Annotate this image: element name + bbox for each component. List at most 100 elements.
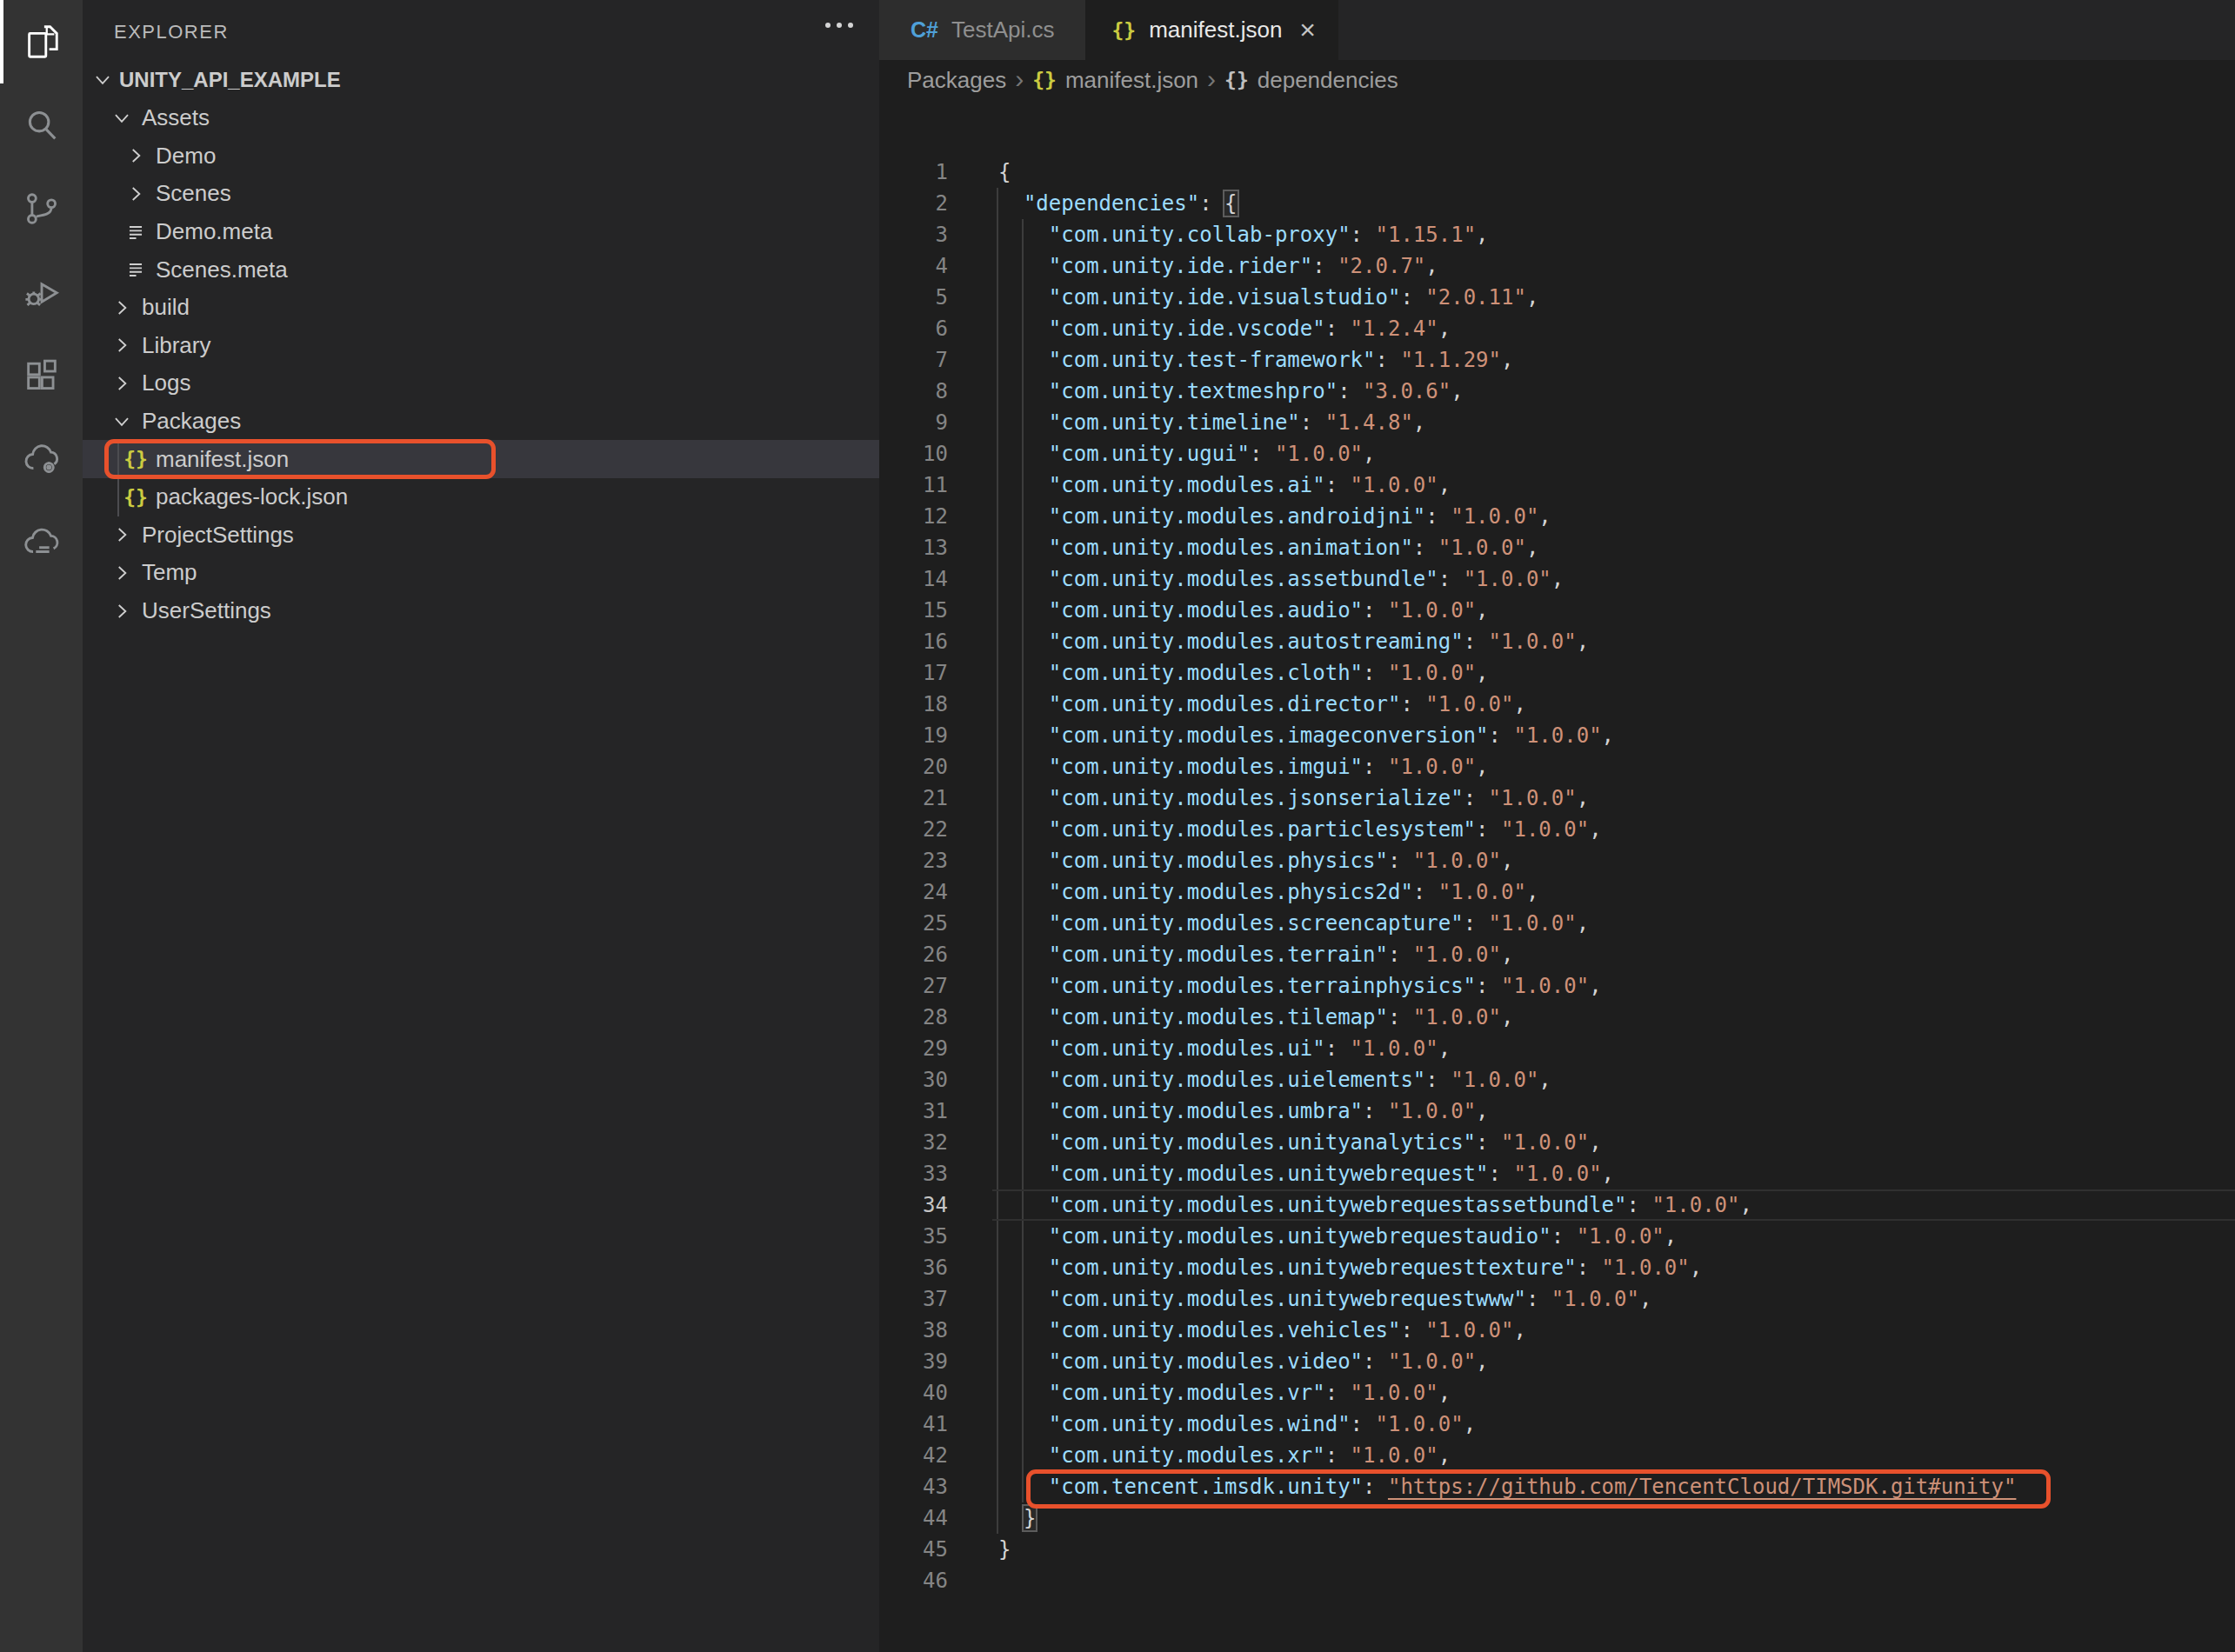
tree-item-build[interactable]: build bbox=[83, 289, 879, 327]
tree-item-temp[interactable]: Temp bbox=[83, 554, 879, 592]
code-line-14: 14 "com.unity.modules.assetbundle": "1.0… bbox=[879, 563, 2235, 595]
code-text: "com.unity.modules.director": "1.0.0", bbox=[998, 689, 1526, 720]
tree-item-logs[interactable]: Logs bbox=[83, 364, 879, 403]
line-number: 38 bbox=[879, 1315, 948, 1346]
tab-manifest-json[interactable]: {}manifest.json× bbox=[1085, 0, 1338, 60]
vscode-window: EXPLORER UNITY_API_EXAMPLEAssetsDemoScen… bbox=[0, 0, 2235, 1652]
chevron-right-icon bbox=[109, 370, 135, 396]
code-line-41: 41 "com.unity.modules.wind": "1.0.0", bbox=[879, 1409, 2235, 1440]
chevron-right-icon bbox=[109, 332, 135, 358]
code-lines: 1{2 "dependencies": {3 "com.unity.collab… bbox=[879, 157, 2235, 1596]
tree-item-label: Demo bbox=[83, 143, 216, 170]
json-file-icon: {} bbox=[123, 484, 149, 510]
code-text: "com.unity.modules.video": "1.0.0", bbox=[998, 1346, 1489, 1377]
code-text: "com.unity.modules.animation": "1.0.0", bbox=[998, 532, 1538, 563]
code-text: "com.unity.modules.androidjni": "1.0.0", bbox=[998, 501, 1551, 532]
code-text: } bbox=[998, 1534, 1011, 1565]
tree-item-demo[interactable]: Demo bbox=[83, 137, 879, 176]
code-line-42: 42 "com.unity.modules.xr": "1.0.0", bbox=[879, 1440, 2235, 1471]
code-line-1: 1{ bbox=[879, 157, 2235, 188]
code-text: "com.unity.modules.wind": "1.0.0", bbox=[998, 1409, 1476, 1440]
code-text: "com.unity.modules.unitywebrequestassetb… bbox=[998, 1189, 1752, 1221]
chevron-down-icon bbox=[109, 409, 135, 435]
activity-item-explorer[interactable] bbox=[0, 0, 83, 83]
explorer-sidebar: EXPLORER UNITY_API_EXAMPLEAssetsDemoScen… bbox=[83, 0, 879, 1652]
annotation-box-manifest bbox=[104, 439, 496, 479]
code-text: "com.unity.modules.ai": "1.0.0", bbox=[998, 470, 1451, 501]
line-number: 28 bbox=[879, 1002, 948, 1033]
code-text: "com.unity.modules.particlesystem": "1.0… bbox=[998, 814, 1602, 845]
line-number: 13 bbox=[879, 532, 948, 563]
line-number: 16 bbox=[879, 626, 948, 657]
line-number: 36 bbox=[879, 1252, 948, 1283]
code-line-46: 46 bbox=[879, 1565, 2235, 1596]
tree-item-packages-lock-json[interactable]: {}packages-lock.json bbox=[83, 478, 879, 516]
code-line-34: 34 "com.unity.modules.unitywebrequestass… bbox=[879, 1189, 2235, 1221]
line-number: 7 bbox=[879, 344, 948, 376]
line-number: 26 bbox=[879, 939, 948, 970]
code-line-32: 32 "com.unity.modules.unityanalytics": "… bbox=[879, 1127, 2235, 1158]
tree-item-packages[interactable]: Packages bbox=[83, 403, 879, 441]
close-icon[interactable]: × bbox=[1299, 14, 1316, 46]
chevron-right-icon bbox=[123, 181, 149, 207]
line-number: 6 bbox=[879, 313, 948, 344]
tree-item-assets[interactable]: Assets bbox=[83, 99, 879, 137]
code-line-16: 16 "com.unity.modules.autostreaming": "1… bbox=[879, 626, 2235, 657]
code-line-45: 45} bbox=[879, 1534, 2235, 1565]
code-text: "com.unity.modules.unitywebrequestaudio"… bbox=[998, 1221, 1677, 1252]
activity-item-remote-cloud[interactable] bbox=[0, 417, 83, 501]
line-number: 42 bbox=[879, 1440, 948, 1471]
line-number: 10 bbox=[879, 438, 948, 470]
tree-item-demo-meta[interactable]: Demo.meta bbox=[83, 213, 879, 251]
breadcrumb-segment-manifest-json[interactable]: {}manifest.json bbox=[1032, 67, 1198, 94]
tree-item-scenes[interactable]: Scenes bbox=[83, 175, 879, 213]
tree-item-label: Logs bbox=[83, 370, 190, 396]
code-text: "com.unity.ide.vscode": "1.2.4", bbox=[998, 313, 1451, 344]
tree-item-library[interactable]: Library bbox=[83, 327, 879, 365]
more-actions-icon[interactable] bbox=[825, 23, 853, 28]
code-text: "com.unity.collab-proxy": "1.15.1", bbox=[998, 219, 1489, 250]
code-text: "com.unity.timeline": "1.4.8", bbox=[998, 407, 1425, 438]
line-number: 11 bbox=[879, 470, 948, 501]
file-lines-icon bbox=[123, 219, 149, 245]
breadcrumb-segment-dependencies[interactable]: {}dependencies bbox=[1224, 67, 1398, 94]
activity-item-run-debug[interactable] bbox=[0, 250, 83, 334]
code-line-7: 7 "com.unity.test-framework": "1.1.29", bbox=[879, 344, 2235, 376]
code-text: "com.unity.modules.unitywebrequesttextur… bbox=[998, 1252, 1702, 1283]
editor[interactable]: 1{2 "dependencies": {3 "com.unity.collab… bbox=[879, 100, 2235, 1652]
tree-item-usersettings[interactable]: UserSettings bbox=[83, 592, 879, 630]
code-line-12: 12 "com.unity.modules.androidjni": "1.0.… bbox=[879, 501, 2235, 532]
activity-item-cloud[interactable] bbox=[0, 501, 83, 584]
breadcrumb-label: Packages bbox=[907, 67, 1006, 94]
code-text: "com.unity.modules.physics": "1.0.0", bbox=[998, 845, 1513, 876]
code-text: "com.unity.textmeshpro": "3.0.6", bbox=[998, 376, 1464, 407]
breadcrumb-segment-packages[interactable]: Packages bbox=[907, 67, 1006, 94]
line-number: 3 bbox=[879, 219, 948, 250]
code-line-13: 13 "com.unity.modules.animation": "1.0.0… bbox=[879, 532, 2235, 563]
tree-item-label: Packages bbox=[83, 408, 241, 435]
line-number: 2 bbox=[879, 188, 948, 219]
code-line-23: 23 "com.unity.modules.physics": "1.0.0", bbox=[879, 845, 2235, 876]
code-line-31: 31 "com.unity.modules.umbra": "1.0.0", bbox=[879, 1096, 2235, 1127]
code-text: "com.unity.modules.imgui": "1.0.0", bbox=[998, 751, 1489, 783]
line-number: 45 bbox=[879, 1534, 948, 1565]
line-number: 41 bbox=[879, 1409, 948, 1440]
activity-item-extensions[interactable] bbox=[0, 334, 83, 417]
activity-item-source-control[interactable] bbox=[0, 167, 83, 250]
tree-item-projectsettings[interactable]: ProjectSettings bbox=[83, 516, 879, 555]
project-root-row[interactable]: UNITY_API_EXAMPLE bbox=[83, 61, 879, 99]
line-number: 32 bbox=[879, 1127, 948, 1158]
tab-testapi-cs[interactable]: C#TestApi.cs bbox=[879, 0, 1085, 60]
run-debug-icon bbox=[22, 272, 62, 312]
code-text: "com.unity.modules.terrainphysics": "1.0… bbox=[998, 970, 1602, 1002]
tree-item-scenes-meta[interactable]: Scenes.meta bbox=[83, 250, 879, 289]
activity-item-search[interactable] bbox=[0, 83, 83, 167]
code-text: "com.unity.modules.umbra": "1.0.0", bbox=[998, 1096, 1489, 1127]
chevron-down-icon bbox=[109, 105, 135, 131]
chevron-right-icon bbox=[109, 295, 135, 321]
line-number: 39 bbox=[879, 1346, 948, 1377]
code-text: "com.unity.modules.unitywebrequestwww": … bbox=[998, 1283, 1651, 1315]
line-number: 46 bbox=[879, 1565, 948, 1596]
tree-item-label: Scenes bbox=[83, 180, 231, 207]
code-text: "com.unity.modules.vehicles": "1.0.0", bbox=[998, 1315, 1526, 1346]
